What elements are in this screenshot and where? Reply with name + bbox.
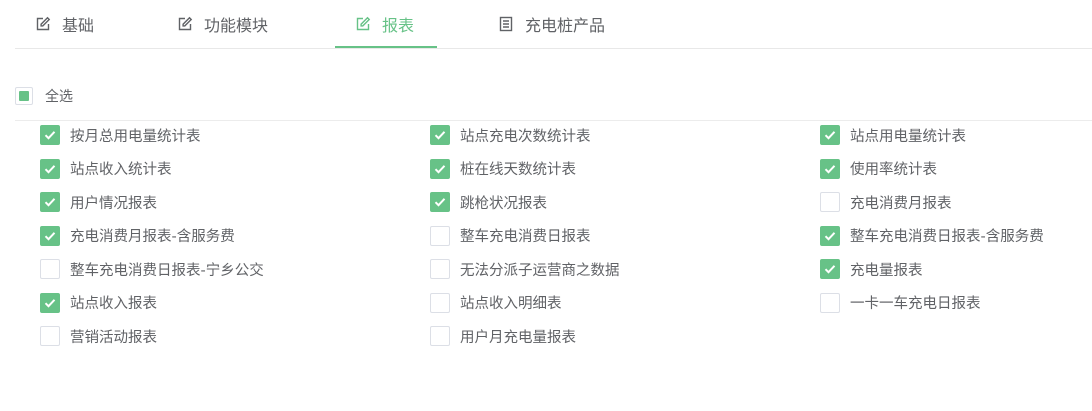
report-row: 整车充电消费日报表-宁乡公交 无法分派子运营商之数据 充电量报表 (40, 258, 1092, 292)
report-checkbox[interactable]: 站点收入报表 (40, 292, 157, 314)
checkbox-checked-icon (40, 225, 60, 246)
checkbox-checked-icon (40, 158, 60, 179)
report-checkbox[interactable]: 站点收入统计表 (40, 158, 172, 180)
report-checkbox-label: 充电量报表 (850, 262, 923, 279)
tab-label: 充电桩产品 (525, 15, 606, 35)
report-row: 按月总用电量统计表 站点充电次数统计表 站点用电量统计表 (40, 124, 1092, 158)
checkbox-checked-icon (820, 225, 840, 246)
report-checkbox[interactable]: 用户月充电量报表 (430, 325, 576, 347)
report-checkbox-label: 一卡一车充电日报表 (850, 296, 981, 312)
report-checkbox-label: 站点收入明细表 (460, 296, 562, 312)
report-checkbox-label: 充电消费月报表-含服务费 (70, 229, 235, 245)
report-checkbox[interactable]: 站点充电次数统计表 (430, 124, 591, 146)
tab-function-module[interactable]: 功能模块 (177, 0, 268, 47)
report-checkbox[interactable]: 整车充电消费日报表-宁乡公交 (40, 258, 264, 280)
report-checkbox[interactable]: 整车充电消费日报表-含服务费 (820, 225, 1044, 247)
select-all-checkbox[interactable]: 全选 (15, 86, 73, 106)
report-checkbox-label: 站点收入报表 (70, 296, 157, 312)
report-row: 用户情况报表 跳枪状况报表 充电消费月报表 (40, 191, 1092, 225)
checkbox-unchecked-icon (820, 192, 840, 212)
tab-label: 基础 (62, 15, 95, 35)
report-checkbox[interactable]: 充电消费月报表-含服务费 (40, 225, 235, 247)
edit-icon (177, 16, 193, 32)
report-checkbox-label: 跳枪状况报表 (460, 195, 547, 212)
checkbox-checked-icon (820, 158, 840, 179)
report-checkbox-label: 充电消费月报表 (850, 195, 952, 212)
select-all-label: 全选 (45, 89, 73, 105)
divider (15, 120, 1092, 121)
edit-icon (35, 16, 51, 32)
checkbox-checked-icon (430, 158, 450, 179)
report-checkbox-grid: 按月总用电量统计表 站点充电次数统计表 站点用电量统计表站点收入统计表 桩在线天数统计… (40, 124, 1092, 359)
tab-charging-pile-products[interactable]: 充电桩产品 (498, 0, 605, 47)
report-checkbox[interactable]: 充电量报表 (820, 258, 923, 280)
report-row: 站点收入统计表 桩在线天数统计表 使用率统计表 (40, 158, 1092, 192)
report-checkbox[interactable]: 用户情况报表 (40, 191, 157, 213)
report-checkbox[interactable]: 站点用电量统计表 (820, 124, 966, 146)
report-checkbox[interactable]: 整车充电消费日报表 (430, 225, 591, 247)
tab-basic[interactable]: 基础 (35, 0, 94, 47)
report-checkbox-label: 用户情况报表 (70, 195, 157, 212)
checkbox-checked-icon (430, 192, 450, 212)
report-checkbox-label: 用户月充电量报表 (460, 329, 576, 346)
checkbox-unchecked-icon (40, 326, 60, 346)
checkbox-checked-icon (820, 125, 840, 145)
report-checkbox[interactable]: 充电消费月报表 (820, 191, 952, 213)
active-tab-indicator (335, 46, 437, 48)
report-checkbox[interactable]: 跳枪状况报表 (430, 191, 547, 213)
report-checkbox-label: 站点用电量统计表 (850, 128, 966, 145)
report-checkbox[interactable]: 无法分派子运营商之数据 (430, 258, 620, 280)
checkbox-unchecked-icon (430, 225, 450, 246)
report-checkbox-label: 站点充电次数统计表 (460, 128, 591, 145)
checkbox-checked-icon (820, 259, 840, 279)
checkbox-checked-icon (40, 125, 60, 145)
report-checkbox[interactable]: 桩在线天数统计表 (430, 158, 576, 180)
report-checkbox-label: 站点收入统计表 (70, 162, 172, 178)
report-row: 营销活动报表 用户月充电量报表 (40, 325, 1092, 359)
tab-reports[interactable]: 报表 (355, 0, 414, 47)
checkbox-unchecked-icon (40, 259, 60, 279)
report-checkbox[interactable]: 使用率统计表 (820, 158, 937, 180)
checkbox-checked-icon (40, 192, 60, 212)
report-row: 充电消费月报表-含服务费 整车充电消费日报表 整车充电消费日报表-含服务费 (40, 225, 1092, 259)
edit-icon (355, 16, 371, 32)
report-checkbox-label: 桩在线天数统计表 (460, 162, 576, 178)
checkbox-unchecked-icon (430, 292, 450, 313)
checkbox-unchecked-icon (430, 259, 450, 279)
report-checkbox[interactable]: 营销活动报表 (40, 325, 157, 347)
checkbox-indeterminate-icon (15, 87, 33, 105)
report-checkbox-label: 营销活动报表 (70, 329, 157, 346)
checkbox-unchecked-icon (430, 326, 450, 346)
report-checkbox[interactable]: 按月总用电量统计表 (40, 124, 201, 146)
report-checkbox-label: 整车充电消费日报表-含服务费 (850, 229, 1044, 245)
report-checkbox-label: 无法分派子运营商之数据 (460, 262, 620, 279)
report-checkbox-label: 使用率统计表 (850, 162, 937, 178)
tab-label: 功能模块 (204, 15, 269, 35)
report-checkbox[interactable]: 一卡一车充电日报表 (820, 292, 981, 314)
checkbox-checked-icon (40, 292, 60, 313)
report-checkbox[interactable]: 站点收入明细表 (430, 292, 562, 314)
report-row: 站点收入报表 站点收入明细表 一卡一车充电日报表 (40, 292, 1092, 326)
document-icon (498, 16, 514, 32)
tab-bar: 基础 功能模块 报表 充电桩产品 (15, 0, 1092, 49)
checkbox-unchecked-icon (820, 292, 840, 313)
checkbox-checked-icon (430, 125, 450, 145)
report-checkbox-label: 整车充电消费日报表-宁乡公交 (70, 262, 264, 279)
report-permissions-page: 基础 功能模块 报表 充电桩产品 全选 按月总用电量统计表 站点充电次数统计表 … (0, 0, 1092, 411)
report-checkbox-label: 按月总用电量统计表 (70, 128, 201, 145)
report-checkbox-label: 整车充电消费日报表 (460, 229, 591, 245)
tab-label: 报表 (382, 15, 415, 35)
